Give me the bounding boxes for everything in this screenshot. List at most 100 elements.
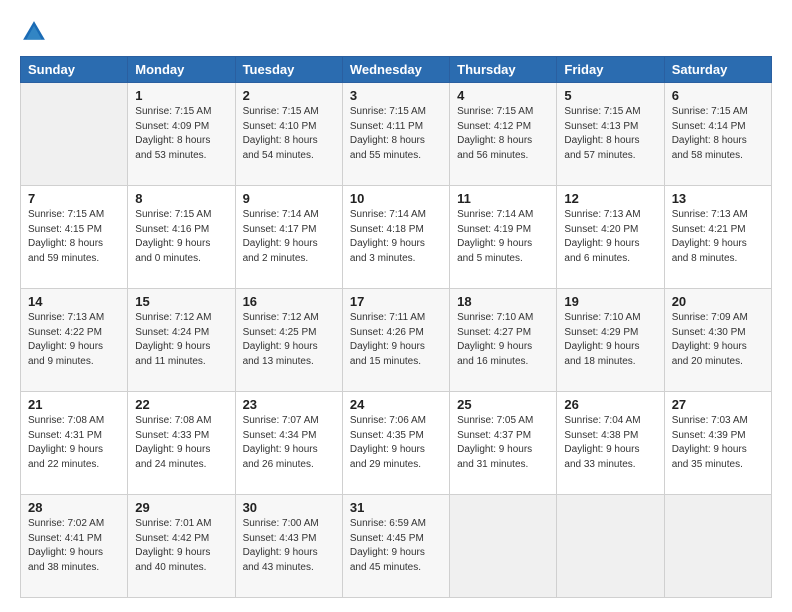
day-info: Sunrise: 7:13 AMSunset: 4:20 PMDaylight:…	[564, 208, 656, 266]
day-number: 1	[135, 88, 227, 103]
day-number: 10	[350, 191, 442, 206]
day-info: Sunrise: 7:15 AMSunset: 4:14 PMDaylight:…	[672, 105, 764, 163]
day-number: 22	[135, 397, 227, 412]
calendar-cell: 17 Sunrise: 7:11 AMSunset: 4:26 PMDayligh…	[342, 289, 449, 392]
day-number: 8	[135, 191, 227, 206]
calendar-day-header: Tuesday	[235, 57, 342, 83]
day-number: 14	[28, 294, 120, 309]
day-number: 11	[457, 191, 549, 206]
day-number: 23	[243, 397, 335, 412]
calendar-week-row: 14 Sunrise: 7:13 AMSunset: 4:22 PMDayligh…	[21, 289, 772, 392]
calendar-cell: 29 Sunrise: 7:01 AMSunset: 4:42 PMDayligh…	[128, 495, 235, 598]
day-info: Sunrise: 7:07 AMSunset: 4:34 PMDaylight:…	[243, 414, 335, 472]
calendar-cell	[21, 83, 128, 186]
calendar-week-row: 1Sunrise: 7:15 AMSunset: 4:09 PMDaylight…	[21, 83, 772, 186]
day-info: Sunrise: 7:01 AMSunset: 4:42 PMDaylight:…	[135, 517, 227, 575]
header	[20, 18, 772, 46]
day-info: Sunrise: 7:09 AMSunset: 4:30 PMDaylight:…	[672, 311, 764, 369]
calendar-cell: 13Sunrise: 7:13 AMSunset: 4:21 PMDayligh…	[664, 186, 771, 289]
calendar-cell	[664, 495, 771, 598]
day-number: 2	[243, 88, 335, 103]
calendar-cell: 27 Sunrise: 7:03 AMSunset: 4:39 PMDayligh…	[664, 392, 771, 495]
day-number: 29	[135, 500, 227, 515]
calendar-cell: 15Sunrise: 7:12 AMSunset: 4:24 PMDayligh…	[128, 289, 235, 392]
day-number: 17	[350, 294, 442, 309]
calendar-cell: 7 Sunrise: 7:15 AMSunset: 4:15 PMDaylight…	[21, 186, 128, 289]
day-info: Sunrise: 7:13 AMSunset: 4:22 PMDaylight:…	[28, 311, 120, 369]
day-info: Sunrise: 7:11 AMSunset: 4:26 PMDaylight:…	[350, 311, 442, 369]
day-info: Sunrise: 7:14 AMSunset: 4:19 PMDaylight:…	[457, 208, 549, 266]
day-info: Sunrise: 7:15 AMSunset: 4:13 PMDaylight:…	[564, 105, 656, 163]
calendar-cell: 30Sunrise: 7:00 AMSunset: 4:43 PMDayligh…	[235, 495, 342, 598]
calendar-cell: 28 Sunrise: 7:02 AMSunset: 4:41 PMDayligh…	[21, 495, 128, 598]
calendar-cell: 10Sunrise: 7:14 AMSunset: 4:18 PMDayligh…	[342, 186, 449, 289]
day-info: Sunrise: 7:10 AMSunset: 4:29 PMDaylight:…	[564, 311, 656, 369]
day-number: 20	[672, 294, 764, 309]
calendar-cell: 31 Sunrise: 6:59 AMSunset: 4:45 PMDayligh…	[342, 495, 449, 598]
calendar-week-row: 21 Sunrise: 7:08 AMSunset: 4:31 PMDayligh…	[21, 392, 772, 495]
calendar-cell: 2 Sunrise: 7:15 AMSunset: 4:10 PMDaylight…	[235, 83, 342, 186]
calendar-cell: 3Sunrise: 7:15 AMSunset: 4:11 PMDaylight…	[342, 83, 449, 186]
day-number: 25	[457, 397, 549, 412]
calendar-table: SundayMondayTuesdayWednesdayThursdayFrid…	[20, 56, 772, 598]
calendar-cell: 9Sunrise: 7:14 AMSunset: 4:17 PMDaylight…	[235, 186, 342, 289]
day-info: Sunrise: 7:02 AMSunset: 4:41 PMDaylight:…	[28, 517, 120, 575]
day-info: Sunrise: 7:15 AMSunset: 4:16 PMDaylight:…	[135, 208, 227, 266]
calendar-cell: 14 Sunrise: 7:13 AMSunset: 4:22 PMDayligh…	[21, 289, 128, 392]
calendar-cell: 8 Sunrise: 7:15 AMSunset: 4:16 PMDaylight…	[128, 186, 235, 289]
calendar-cell: 16Sunrise: 7:12 AMSunset: 4:25 PMDayligh…	[235, 289, 342, 392]
calendar-day-header: Monday	[128, 57, 235, 83]
calendar-day-header: Sunday	[21, 57, 128, 83]
day-number: 7	[28, 191, 120, 206]
calendar-cell: 20 Sunrise: 7:09 AMSunset: 4:30 PMDayligh…	[664, 289, 771, 392]
calendar-cell: 25 Sunrise: 7:05 AMSunset: 4:37 PMDayligh…	[450, 392, 557, 495]
day-number: 12	[564, 191, 656, 206]
calendar-cell: 23 Sunrise: 7:07 AMSunset: 4:34 PMDayligh…	[235, 392, 342, 495]
day-info: Sunrise: 7:15 AMSunset: 4:12 PMDaylight:…	[457, 105, 549, 163]
day-number: 24	[350, 397, 442, 412]
day-info: Sunrise: 7:15 AMSunset: 4:15 PMDaylight:…	[28, 208, 120, 266]
day-number: 27	[672, 397, 764, 412]
calendar-week-row: 28 Sunrise: 7:02 AMSunset: 4:41 PMDayligh…	[21, 495, 772, 598]
day-info: Sunrise: 6:59 AMSunset: 4:45 PMDaylight:…	[350, 517, 442, 575]
calendar-cell: 1Sunrise: 7:15 AMSunset: 4:09 PMDaylight…	[128, 83, 235, 186]
calendar-cell: 12 Sunrise: 7:13 AMSunset: 4:20 PMDayligh…	[557, 186, 664, 289]
day-number: 4	[457, 88, 549, 103]
day-number: 5	[564, 88, 656, 103]
day-info: Sunrise: 7:04 AMSunset: 4:38 PMDaylight:…	[564, 414, 656, 472]
day-info: Sunrise: 7:00 AMSunset: 4:43 PMDaylight:…	[243, 517, 335, 575]
day-number: 31	[350, 500, 442, 515]
page: SundayMondayTuesdayWednesdayThursdayFrid…	[0, 0, 792, 612]
day-number: 28	[28, 500, 120, 515]
calendar-cell: 26 Sunrise: 7:04 AMSunset: 4:38 PMDayligh…	[557, 392, 664, 495]
day-info: Sunrise: 7:05 AMSunset: 4:37 PMDaylight:…	[457, 414, 549, 472]
calendar-cell	[557, 495, 664, 598]
day-number: 6	[672, 88, 764, 103]
day-info: Sunrise: 7:15 AMSunset: 4:10 PMDaylight:…	[243, 105, 335, 163]
day-number: 21	[28, 397, 120, 412]
calendar-header-row: SundayMondayTuesdayWednesdayThursdayFrid…	[21, 57, 772, 83]
calendar-week-row: 7 Sunrise: 7:15 AMSunset: 4:15 PMDaylight…	[21, 186, 772, 289]
day-info: Sunrise: 7:08 AMSunset: 4:33 PMDaylight:…	[135, 414, 227, 472]
calendar-cell: 6 Sunrise: 7:15 AMSunset: 4:14 PMDaylight…	[664, 83, 771, 186]
day-info: Sunrise: 7:08 AMSunset: 4:31 PMDaylight:…	[28, 414, 120, 472]
day-number: 19	[564, 294, 656, 309]
logo	[20, 18, 52, 46]
calendar-cell	[450, 495, 557, 598]
day-number: 16	[243, 294, 335, 309]
calendar-day-header: Saturday	[664, 57, 771, 83]
calendar-cell: 18Sunrise: 7:10 AMSunset: 4:27 PMDayligh…	[450, 289, 557, 392]
day-number: 15	[135, 294, 227, 309]
day-info: Sunrise: 7:06 AMSunset: 4:35 PMDaylight:…	[350, 414, 442, 472]
calendar-cell: 19 Sunrise: 7:10 AMSunset: 4:29 PMDayligh…	[557, 289, 664, 392]
calendar-day-header: Wednesday	[342, 57, 449, 83]
logo-icon	[20, 18, 48, 46]
calendar-cell: 24 Sunrise: 7:06 AMSunset: 4:35 PMDayligh…	[342, 392, 449, 495]
calendar-cell: 5 Sunrise: 7:15 AMSunset: 4:13 PMDaylight…	[557, 83, 664, 186]
day-info: Sunrise: 7:10 AMSunset: 4:27 PMDaylight:…	[457, 311, 549, 369]
day-number: 26	[564, 397, 656, 412]
calendar-day-header: Thursday	[450, 57, 557, 83]
calendar-cell: 21 Sunrise: 7:08 AMSunset: 4:31 PMDayligh…	[21, 392, 128, 495]
day-info: Sunrise: 7:03 AMSunset: 4:39 PMDaylight:…	[672, 414, 764, 472]
day-number: 9	[243, 191, 335, 206]
